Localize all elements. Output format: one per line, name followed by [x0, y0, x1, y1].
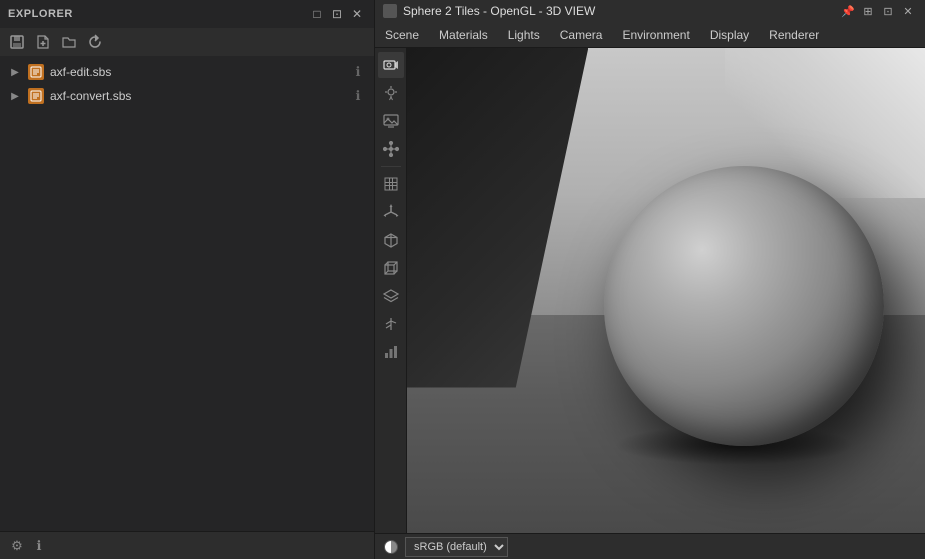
menu-bar: Scene Materials Lights Camera Environmen…: [375, 22, 925, 48]
color-space-half-circle: [384, 540, 398, 554]
maximize-button[interactable]: ⊡: [879, 2, 897, 20]
menu-display[interactable]: Display: [700, 22, 759, 47]
explorer-header-left: EXPLORER: [8, 8, 73, 20]
footer-buttons: ⚙ ℹ: [8, 537, 48, 555]
viewport-title-left: Sphere 2 Tiles - OpenGL - 3D VIEW: [383, 4, 595, 18]
object-tool-button[interactable]: [378, 136, 404, 162]
explorer-header: EXPLORER □ ⊡ ✕: [0, 0, 374, 28]
file-item[interactable]: ▶ axf-convert.sbs ℹ: [0, 84, 374, 108]
scene-render: [407, 48, 925, 533]
viewport-app-icon: [383, 4, 397, 18]
explorer-header-controls: □ ⊡ ✕: [308, 5, 366, 23]
info-icon[interactable]: ℹ: [30, 537, 48, 555]
toolbar-separator: [381, 166, 401, 167]
cube-tool-button[interactable]: [378, 227, 404, 253]
file-info-button[interactable]: ℹ: [350, 88, 366, 104]
tile-button[interactable]: ⊞: [859, 2, 877, 20]
file-name: axf-edit.sbs: [50, 65, 344, 79]
color-space-icon: [383, 539, 399, 555]
new-file-icon[interactable]: [32, 32, 54, 52]
menu-environment[interactable]: Environment: [612, 22, 699, 47]
save-icon[interactable]: [6, 32, 28, 52]
viewport-title: Sphere 2 Tiles - OpenGL - 3D VIEW: [403, 4, 595, 18]
menu-camera[interactable]: Camera: [550, 22, 613, 47]
grid-tool-button[interactable]: [378, 171, 404, 197]
menu-lights[interactable]: Lights: [498, 22, 550, 47]
sphere-object: [604, 166, 884, 446]
file-type-icon: [28, 88, 44, 104]
expand-arrow[interactable]: ▶: [8, 65, 22, 79]
status-bar: sRGB (default) Linear ACEScg: [375, 533, 925, 559]
close-button[interactable]: ✕: [899, 2, 917, 20]
menu-renderer[interactable]: Renderer: [759, 22, 829, 47]
explorer-title: EXPLORER: [8, 8, 73, 20]
file-name: axf-convert.sbs: [50, 89, 344, 103]
settings-icon[interactable]: ⚙: [8, 537, 26, 555]
layers-tool-button[interactable]: [378, 283, 404, 309]
viewport-window-controls: 📌 ⊞ ⊡ ✕: [839, 2, 917, 20]
camera-tool-button[interactable]: [378, 52, 404, 78]
canvas-area[interactable]: [407, 48, 925, 533]
viewport-toolbar: [375, 48, 407, 533]
file-item[interactable]: ▶ axf-edit.sbs ℹ: [0, 60, 374, 84]
transform-tool-button[interactable]: [378, 199, 404, 225]
expand-arrow[interactable]: ▶: [8, 89, 22, 103]
pin-button[interactable]: 📌: [839, 2, 857, 20]
color-space-select[interactable]: sRGB (default) Linear ACEScg: [405, 537, 508, 557]
chart-tool-button[interactable]: [378, 339, 404, 365]
pin-button[interactable]: □: [308, 5, 326, 23]
light-tool-button[interactable]: [378, 80, 404, 106]
viewport-body: [375, 48, 925, 533]
file-list: ▶ axf-edit.sbs ℹ ▶: [0, 56, 374, 531]
explorer-toolbar: [0, 28, 374, 56]
viewport-titlebar: Sphere 2 Tiles - OpenGL - 3D VIEW 📌 ⊞ ⊡ …: [375, 0, 925, 22]
open-folder-icon[interactable]: [58, 32, 80, 52]
menu-materials[interactable]: Materials: [429, 22, 498, 47]
app-container: EXPLORER □ ⊡ ✕: [0, 0, 925, 559]
file-type-icon: [28, 64, 44, 80]
viewport-panel: Sphere 2 Tiles - OpenGL - 3D VIEW 📌 ⊞ ⊡ …: [375, 0, 925, 559]
refresh-icon[interactable]: [84, 32, 106, 52]
file-info-button[interactable]: ℹ: [350, 64, 366, 80]
cube-wire-tool-button[interactable]: [378, 255, 404, 281]
maximize-button[interactable]: ⊡: [328, 5, 346, 23]
explorer-footer: ⚙ ℹ: [0, 531, 374, 559]
tree-tool-button[interactable]: [378, 311, 404, 337]
menu-scene[interactable]: Scene: [375, 22, 429, 47]
image-tool-button[interactable]: [378, 108, 404, 134]
explorer-panel: EXPLORER □ ⊡ ✕: [0, 0, 375, 559]
close-button[interactable]: ✕: [348, 5, 366, 23]
